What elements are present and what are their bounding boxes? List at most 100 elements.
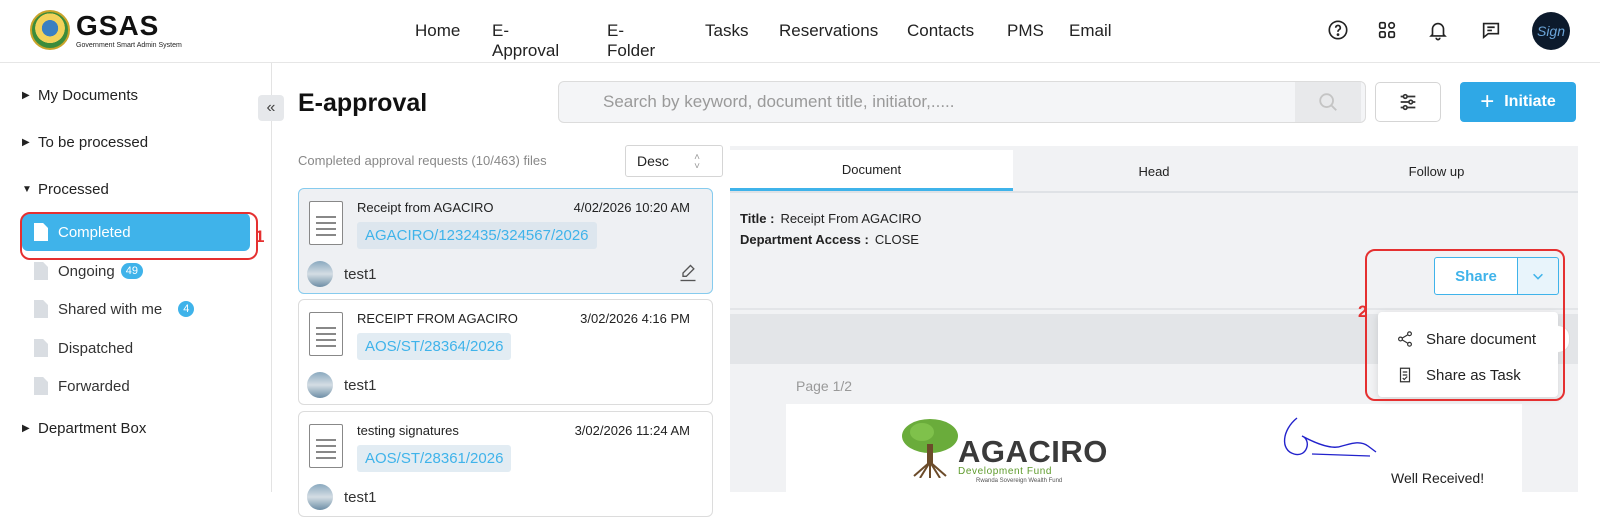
logo-title: GSAS: [76, 9, 160, 41]
nav-e-approval[interactable]: E-Approval: [492, 21, 559, 61]
tab-divider: [730, 191, 1578, 193]
user-avatar-small: [307, 372, 333, 398]
agaciro-brand-sub: Development Fund: [958, 466, 1053, 477]
logo-subtitle: Government Smart Admin System: [76, 41, 182, 49]
list-caption: Completed approval requests (10/463) fil…: [298, 153, 547, 168]
file-icon: [309, 424, 343, 468]
card-user: test1: [344, 266, 377, 283]
card-date: 3/02/2026 4:16 PM: [580, 311, 690, 326]
title-value: Receipt From AGACIRO: [780, 211, 922, 226]
card-reference[interactable]: AOS/ST/28364/2026: [357, 333, 512, 360]
sidebar: ▶ My Documents ▶ To be processed ▼ Proce…: [0, 63, 272, 492]
tab-follow-up[interactable]: Follow up: [1295, 150, 1578, 192]
sidebar-item-dispatched[interactable]: Dispatched: [22, 329, 250, 367]
sort-chevron-icon: ˄ ˅: [694, 152, 700, 172]
app-logo[interactable]: GSAS Government Smart Admin System: [30, 10, 182, 50]
sort-value: Desc: [637, 153, 669, 169]
search-input[interactable]: [559, 82, 1299, 122]
collapse-sidebar-button[interactable]: «: [258, 95, 284, 121]
sidebar-item-label: Ongoing: [58, 262, 115, 280]
group-department-box[interactable]: ▶ Department Box: [22, 420, 146, 437]
top-navbar: GSAS Government Smart Admin System Home …: [0, 0, 1600, 63]
filter-button[interactable]: [1375, 82, 1441, 122]
document-note: Well Received!: [1391, 470, 1485, 486]
card-title: Receipt from AGACIRO: [357, 200, 494, 215]
annotation-number-1: 1: [255, 227, 265, 246]
plus-icon: +: [1480, 88, 1495, 115]
detail-title-row: Title : Receipt From AGACIRO: [740, 211, 921, 226]
request-card[interactable]: testing signatures 3/02/2026 11:24 AM AO…: [298, 411, 713, 517]
group-label: To be processed: [38, 134, 149, 151]
caret-right-icon: ▶: [22, 137, 30, 148]
nav-email[interactable]: Email: [1069, 21, 1112, 41]
sidebar-item-label: Forwarded: [58, 377, 130, 395]
count-badge: 4: [178, 301, 195, 317]
caret-right-icon: ▶: [22, 90, 30, 101]
request-card[interactable]: RECEIPT FROM AGACIRO 3/02/2026 4:16 PM A…: [298, 299, 713, 405]
group-my-documents[interactable]: ▶ My Documents: [22, 87, 138, 104]
search-button[interactable]: [1295, 82, 1361, 122]
sidebar-item-label: Shared with me: [58, 300, 163, 318]
page-title: E-approval: [298, 89, 428, 117]
annotation-box-2: [1365, 249, 1565, 401]
file-icon: [309, 312, 343, 356]
document-icon: [34, 377, 48, 395]
bell-icon[interactable]: [1425, 17, 1451, 43]
access-value: CLOSE: [874, 232, 919, 247]
title-label: Title :: [740, 211, 775, 226]
nav-contacts[interactable]: Contacts: [907, 21, 974, 41]
document-icon: [34, 339, 48, 357]
document-icon: [34, 300, 48, 318]
search-bar: [558, 81, 1366, 123]
initiate-label: Initiate: [1504, 93, 1556, 110]
card-title: RECEIPT FROM AGACIRO: [357, 311, 518, 326]
group-label: My Documents: [38, 87, 139, 104]
double-chevron-left-icon: «: [266, 99, 276, 116]
group-label: Department Box: [38, 420, 147, 437]
sort-select[interactable]: Desc ˄ ˅: [625, 145, 723, 177]
initiate-button[interactable]: + Initiate: [1460, 82, 1576, 122]
card-title: testing signatures: [357, 423, 459, 438]
tab-document[interactable]: Document: [730, 150, 1013, 192]
card-reference[interactable]: AGACIRO/1232435/324567/2026: [357, 222, 597, 249]
help-icon[interactable]: [1325, 17, 1351, 43]
government-seal-icon: [30, 10, 70, 50]
card-date: 4/02/2026 10:20 AM: [573, 200, 690, 215]
access-label: Department Access :: [740, 232, 869, 247]
page-indicator: Page 1/2: [796, 378, 853, 394]
agaciro-brand: AGACIRO: [958, 434, 1108, 469]
card-reference[interactable]: AOS/ST/28361/2026: [357, 445, 512, 472]
group-processed[interactable]: ▼ Processed: [22, 181, 109, 198]
signature-icon: [680, 264, 696, 282]
agaciro-brand-sub2: Rwanda Sovereign Wealth Fund: [976, 478, 1063, 484]
sidebar-item-label: Dispatched: [58, 339, 134, 357]
search-icon: [1319, 93, 1337, 111]
nav-reservations[interactable]: Reservations: [779, 21, 878, 41]
chat-icon[interactable]: [1478, 17, 1504, 43]
agaciro-tree-logo: [902, 419, 958, 478]
group-to-be-processed[interactable]: ▶ To be processed: [22, 134, 148, 151]
group-label: Processed: [38, 181, 109, 198]
sidebar-item-shared-with-me[interactable]: Shared with me 4: [22, 290, 250, 328]
apps-grid-icon[interactable]: [1374, 17, 1400, 43]
user-avatar[interactable]: Sign: [1532, 12, 1570, 50]
detail-access-row: Department Access : CLOSE: [740, 232, 919, 247]
tab-head[interactable]: Head: [1013, 150, 1295, 192]
sliders-icon: [1400, 93, 1416, 111]
caret-right-icon: ▶: [22, 423, 30, 434]
user-avatar-small: [307, 261, 333, 287]
nav-e-folder[interactable]: E-Folder: [607, 21, 655, 61]
file-icon: [309, 201, 343, 245]
count-badge: 49: [120, 263, 143, 279]
handwritten-signature: [1283, 417, 1377, 457]
nav-home[interactable]: Home: [415, 21, 460, 41]
caret-down-icon: ▼: [22, 184, 32, 195]
nav-tasks[interactable]: Tasks: [705, 21, 748, 41]
sidebar-item-forwarded[interactable]: Forwarded: [22, 367, 250, 405]
nav-pms[interactable]: PMS: [1007, 21, 1044, 41]
user-avatar-small: [307, 484, 333, 510]
card-date: 3/02/2026 11:24 AM: [574, 423, 690, 438]
document-icon: [34, 262, 48, 280]
document-preview: AGACIRO Development Fund Rwanda Sovereig…: [786, 404, 1522, 492]
request-card[interactable]: Receipt from AGACIRO 4/02/2026 10:20 AM …: [298, 188, 713, 294]
